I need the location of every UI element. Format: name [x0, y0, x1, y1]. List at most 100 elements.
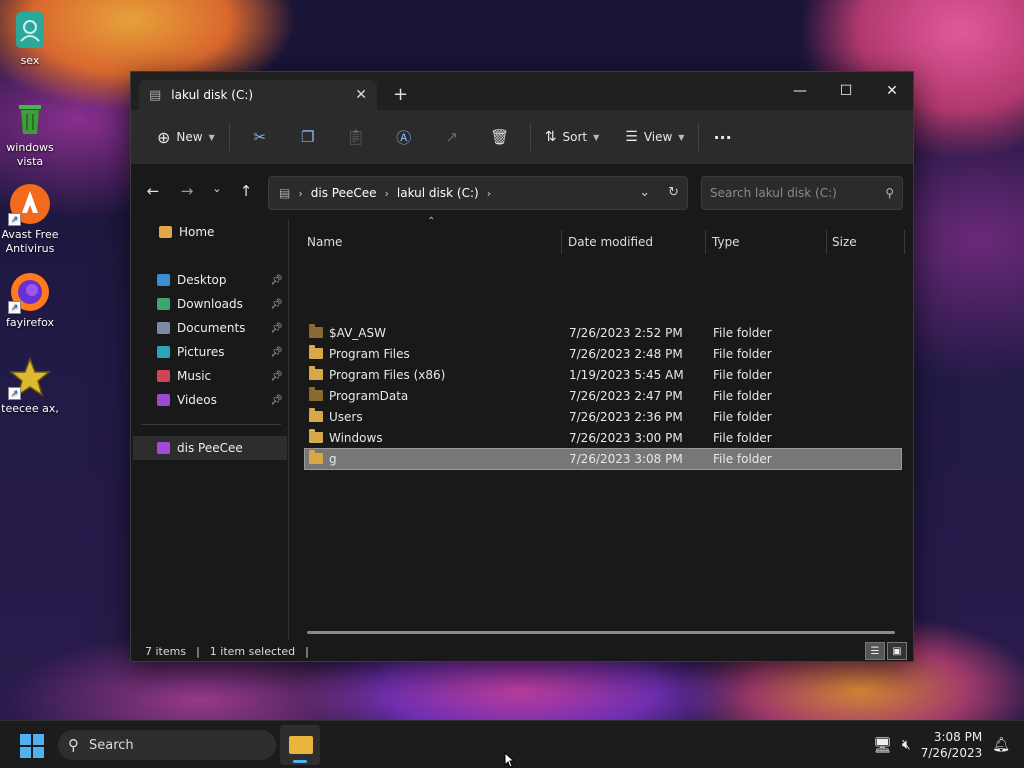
sort-ascending-icon: ⌃	[427, 216, 436, 227]
column-divider[interactable]	[826, 230, 827, 254]
copy-icon[interactable]: ❐	[284, 121, 332, 153]
address-bar[interactable]: ▤ › dis PeeCee › lakul disk (C:) › ⌄ ↻	[268, 176, 688, 210]
column-header-name[interactable]: Name	[307, 230, 342, 254]
sidebar-item-documents[interactable]: Documents 📌︎	[133, 316, 287, 340]
documents-folder-icon	[157, 322, 170, 334]
table-row[interactable]: $AV_ASW 7/26/2023 2:52 PM File folder	[305, 323, 901, 343]
tab-title: lakul disk (C:)	[171, 88, 254, 102]
table-row[interactable]: ProgramData 7/26/2023 2:47 PM File folde…	[305, 386, 901, 406]
status-divider: |	[305, 644, 309, 658]
horizontal-scrollbar[interactable]	[307, 631, 895, 634]
search-box[interactable]: ⚲	[701, 176, 903, 210]
recycle-bin-icon	[8, 95, 52, 139]
pin-icon[interactable]: 📌︎	[270, 275, 283, 286]
pin-icon[interactable]: 📌︎	[270, 395, 283, 406]
sidebar-item-music[interactable]: Music 📌︎	[133, 364, 287, 388]
rename-icon[interactable]: Ⓐ	[380, 121, 428, 153]
see-more-button[interactable]: ···	[705, 121, 739, 153]
sidebar-item-pictures[interactable]: Pictures 📌︎	[133, 340, 287, 364]
column-divider[interactable]	[561, 230, 562, 254]
desktop-icon-star[interactable]: ↗ teecee ax,	[0, 356, 60, 416]
share-icon[interactable]: ↗	[428, 121, 476, 153]
breadcrumb-separator: ›	[298, 186, 303, 200]
delete-icon[interactable]: 🗑︎	[476, 121, 524, 153]
new-tab-button[interactable]: +	[393, 84, 408, 105]
recent-locations-icon[interactable]: ⌄	[203, 182, 231, 202]
item-count: 7 items	[145, 644, 187, 658]
column-divider[interactable]	[904, 230, 905, 254]
view-button[interactable]: ☰ View ▼	[617, 121, 692, 153]
selection-count: 1 item selected	[209, 644, 296, 658]
paste-icon[interactable]: 📋︎	[332, 121, 380, 153]
pin-icon[interactable]: 📌︎	[270, 323, 283, 334]
view-label: View	[643, 130, 673, 144]
table-row-selected[interactable]: g 7/26/2023 3:08 PM File folder	[304, 448, 902, 470]
folder-icon	[309, 387, 323, 401]
sidebar-item-label: Documents	[177, 321, 246, 335]
sidebar-item-this-pc[interactable]: dis PeeCee	[133, 436, 287, 460]
refresh-icon[interactable]: ↻	[668, 185, 679, 200]
forward-icon[interactable]: →	[173, 182, 201, 202]
close-button[interactable]: ✕	[869, 76, 915, 106]
address-dropdown-icon[interactable]: ⌄	[639, 185, 650, 200]
up-icon[interactable]: ↑	[232, 182, 260, 202]
pin-icon[interactable]: 📌︎	[270, 371, 283, 382]
tab-close-icon[interactable]: ✕	[355, 87, 367, 103]
file-date: 7/26/2023 2:36 PM	[569, 410, 683, 424]
sidebar-item-label: Downloads	[177, 297, 243, 311]
sidebar-item-home[interactable]: Home	[133, 220, 287, 244]
status-divider: |	[196, 644, 200, 658]
column-divider[interactable]	[705, 230, 706, 254]
table-row[interactable]: Windows 7/26/2023 3:00 PM File folder	[305, 428, 901, 448]
new-button[interactable]: ⊕ New ▼	[149, 121, 223, 153]
toolbar-divider	[228, 123, 230, 151]
taskbar-file-explorer[interactable]	[280, 725, 320, 765]
search-input[interactable]	[710, 186, 870, 200]
chevron-down-icon: ▼	[208, 132, 215, 142]
volume-muted-icon[interactable]: 🔇︎	[902, 737, 911, 753]
file-type: File folder	[713, 347, 772, 361]
star-icon: ↗	[8, 356, 52, 400]
computer-icon: ▤	[279, 186, 291, 200]
breadcrumb-this-pc[interactable]: dis PeeCee	[311, 186, 377, 200]
maximize-button[interactable]: ☐	[823, 76, 869, 106]
computer-icon	[157, 442, 170, 454]
table-row[interactable]: Program Files 7/26/2023 2:48 PM File fol…	[305, 344, 901, 364]
table-row[interactable]: Users 7/26/2023 2:36 PM File folder	[305, 407, 901, 427]
notifications-icon[interactable]: 🔔︎	[992, 737, 1010, 753]
table-row[interactable]: Program Files (x86) 1/19/2023 5:45 AM Fi…	[305, 365, 901, 385]
pin-icon[interactable]: 📌︎	[270, 347, 283, 358]
desktop-icon-avast[interactable]: ↗ Avast Free Antivirus	[0, 182, 60, 256]
sidebar-item-desktop[interactable]: Desktop 📌︎	[133, 268, 287, 292]
pin-icon[interactable]: 📌︎	[270, 299, 283, 310]
column-header-type[interactable]: Type	[712, 230, 740, 254]
clock[interactable]: 3:08 PM 7/26/2023	[921, 729, 983, 761]
desktop-icon-firefox[interactable]: ↗ fayirefox	[0, 270, 60, 330]
column-header-size[interactable]: Size	[832, 230, 857, 254]
sidebar-item-downloads[interactable]: Downloads 📌︎	[133, 292, 287, 316]
taskbar-search[interactable]: ⚲ Search	[58, 730, 276, 760]
pictures-folder-icon	[157, 346, 170, 358]
back-icon[interactable]: ←	[139, 182, 167, 202]
navigation-pane: Home Desktop 📌︎ Downloads 📌︎ Documents 📌…	[131, 220, 289, 640]
minimize-button[interactable]: —	[777, 76, 823, 106]
tab-lakul-disk[interactable]: ▤ lakul disk (C:) ✕	[139, 80, 377, 110]
desktop-icon-user-folder[interactable]: sex	[0, 8, 60, 68]
address-row: ← → ⌄ ↑ ▤ › dis PeeCee › lakul disk (C:)…	[131, 164, 913, 220]
windows-logo-icon	[33, 734, 44, 745]
sidebar-item-videos[interactable]: Videos 📌︎	[133, 388, 287, 412]
breadcrumb-drive[interactable]: lakul disk (C:)	[397, 186, 479, 200]
sort-button[interactable]: ⇅ Sort ▼	[537, 121, 608, 153]
start-button[interactable]	[20, 734, 44, 758]
column-header-date[interactable]: Date modified	[568, 230, 653, 254]
desktop-icon-recycle-bin[interactable]: windows vista	[0, 95, 60, 169]
sort-icon: ⇅	[544, 129, 557, 145]
tiles-view-icon[interactable]: ▣	[887, 642, 907, 660]
desktop-icon-label: windows vista	[6, 141, 54, 168]
sidebar-item-label: Pictures	[177, 345, 225, 359]
details-view-icon[interactable]: ☰	[865, 642, 885, 660]
file-date: 7/26/2023 2:48 PM	[569, 347, 683, 361]
network-icon[interactable]: 🖥︎	[873, 736, 892, 754]
cut-icon[interactable]: ✂	[236, 121, 284, 153]
chevron-down-icon: ▼	[678, 132, 685, 142]
